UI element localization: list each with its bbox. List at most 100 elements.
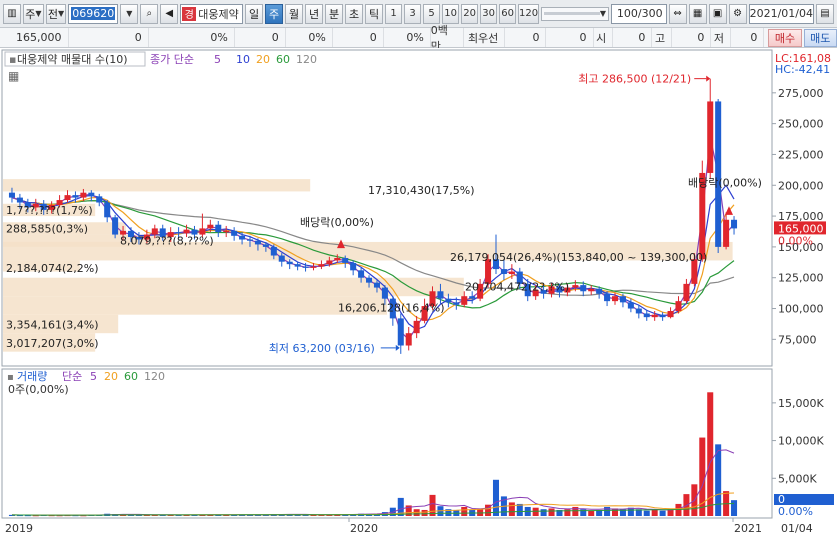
candle-body[interactable] bbox=[651, 314, 658, 318]
grid-toggle-icon[interactable]: ▦ bbox=[8, 69, 19, 83]
candle-body[interactable] bbox=[397, 318, 404, 346]
candle-body[interactable] bbox=[64, 195, 71, 201]
volume-bar[interactable] bbox=[532, 507, 539, 516]
candle-body[interactable] bbox=[405, 333, 412, 346]
candle-body[interactable] bbox=[342, 257, 349, 263]
candle-body[interactable] bbox=[469, 296, 476, 299]
period-day-button[interactable]: 일 bbox=[245, 3, 264, 24]
speaker-icon[interactable]: ◀ bbox=[160, 3, 179, 24]
candle-body[interactable] bbox=[358, 270, 365, 278]
candle-body[interactable] bbox=[731, 219, 738, 229]
type-select[interactable]: 주 ▼ bbox=[23, 3, 44, 24]
volume-legend-icon[interactable]: ▪ bbox=[7, 372, 14, 383]
stock-chart[interactable]: 275,000250,000225,000200,000175,000150,0… bbox=[0, 48, 837, 537]
candle-body[interactable] bbox=[231, 230, 238, 236]
candle-body[interactable] bbox=[302, 266, 309, 268]
candle-body[interactable] bbox=[500, 269, 507, 275]
candle-body[interactable] bbox=[318, 264, 325, 267]
candle-body[interactable] bbox=[572, 285, 579, 288]
sell-button[interactable]: 매도 bbox=[803, 28, 837, 47]
interval-button-60[interactable]: 60 bbox=[499, 3, 517, 24]
candle-body[interactable] bbox=[254, 240, 261, 245]
candle-body[interactable] bbox=[350, 262, 357, 271]
candle-body[interactable] bbox=[604, 293, 611, 302]
candle-body[interactable] bbox=[183, 229, 190, 234]
interval-button-10[interactable]: 10 bbox=[442, 3, 460, 24]
candle-body[interactable] bbox=[326, 260, 333, 265]
candle-body[interactable] bbox=[96, 196, 103, 203]
candle-body[interactable] bbox=[246, 239, 254, 241]
interval-button-1[interactable]: 1 bbox=[385, 3, 403, 24]
chart-type-icon[interactable]: ▥ bbox=[3, 3, 21, 24]
candle-body[interactable] bbox=[8, 192, 15, 198]
period-month-button[interactable]: 월 bbox=[285, 3, 304, 24]
candle-body[interactable] bbox=[619, 296, 626, 303]
candle-body[interactable] bbox=[723, 219, 730, 247]
bar-count-input[interactable]: 100/300 bbox=[611, 3, 667, 24]
period-year-button[interactable]: 년 bbox=[305, 3, 324, 24]
candle-body[interactable] bbox=[588, 288, 595, 292]
candle-body[interactable] bbox=[151, 228, 158, 235]
candle-body[interactable] bbox=[334, 257, 341, 261]
candle-body[interactable] bbox=[175, 232, 182, 234]
candle-body[interactable] bbox=[270, 246, 277, 256]
volume-bar[interactable] bbox=[508, 502, 515, 516]
interval-button-3[interactable]: 3 bbox=[404, 3, 422, 24]
candle-body[interactable] bbox=[207, 224, 214, 229]
candle-body[interactable] bbox=[508, 271, 515, 275]
candle-body[interactable] bbox=[16, 197, 23, 203]
volume-bar[interactable] bbox=[548, 508, 555, 516]
stock-name-box[interactable]: 경 대웅제약 bbox=[180, 3, 244, 24]
candle-body[interactable] bbox=[659, 314, 666, 318]
candle-body[interactable] bbox=[310, 266, 317, 268]
candle-body[interactable] bbox=[72, 195, 79, 198]
volume-bar[interactable] bbox=[564, 509, 571, 516]
volume-bar[interactable] bbox=[461, 506, 468, 516]
candle-body[interactable] bbox=[667, 310, 674, 318]
period-minute-button[interactable]: 분 bbox=[325, 3, 344, 24]
volume-bar[interactable] bbox=[492, 479, 500, 516]
candle-body[interactable] bbox=[199, 228, 206, 235]
candle-body[interactable] bbox=[88, 192, 95, 197]
prev-select[interactable]: 전 ▼ bbox=[45, 3, 67, 24]
candle-body[interactable] bbox=[413, 320, 420, 334]
period-second-button[interactable]: 초 bbox=[345, 3, 364, 24]
candle-body[interactable] bbox=[381, 287, 388, 299]
candle-body[interactable] bbox=[366, 277, 373, 283]
volume-bar[interactable] bbox=[540, 509, 547, 516]
period-tick-button[interactable]: 틱 bbox=[365, 3, 384, 24]
save-icon[interactable]: ▣ bbox=[708, 3, 727, 24]
candle-body[interactable] bbox=[611, 296, 619, 302]
period-week-button[interactable]: 주 bbox=[265, 3, 284, 24]
candle-body[interactable] bbox=[104, 202, 111, 218]
gear-icon[interactable]: ⚙ bbox=[728, 3, 747, 24]
grid-icon[interactable]: ▦ bbox=[688, 3, 707, 24]
candle-body[interactable] bbox=[580, 285, 587, 292]
candle-body[interactable] bbox=[627, 302, 634, 309]
candle-body[interactable] bbox=[215, 224, 222, 233]
candle-body[interactable] bbox=[596, 288, 603, 294]
candle-body[interactable] bbox=[445, 298, 452, 303]
volume-bar[interactable] bbox=[651, 509, 658, 516]
volume-bar[interactable] bbox=[731, 500, 738, 516]
candle-body[interactable] bbox=[223, 230, 230, 233]
volume-bar[interactable] bbox=[421, 509, 428, 516]
candle-body[interactable] bbox=[715, 101, 722, 247]
candle-body[interactable] bbox=[112, 217, 119, 235]
volume-bar[interactable] bbox=[516, 503, 523, 516]
candle-body[interactable] bbox=[683, 283, 690, 302]
chart-area[interactable]: 275,000 250,000 225,000 200,000 175,000 150,0… bbox=[0, 48, 837, 537]
volume-bar[interactable] bbox=[715, 444, 722, 516]
code-dropdown-button[interactable]: ▼ bbox=[120, 3, 139, 24]
candle-body[interactable] bbox=[373, 282, 380, 288]
candle-body[interactable] bbox=[635, 308, 642, 314]
candle-body[interactable] bbox=[675, 301, 682, 311]
volume-bar[interactable] bbox=[643, 510, 650, 516]
volume-bar[interactable] bbox=[588, 510, 595, 516]
interval-button-20[interactable]: 20 bbox=[461, 3, 479, 24]
stock-code-input[interactable]: 069620 bbox=[68, 3, 119, 24]
date-input[interactable]: 2021/01/04 bbox=[748, 3, 814, 24]
legend-menu-icon[interactable]: ▪ bbox=[9, 53, 16, 66]
interval-button-120[interactable]: 120 bbox=[518, 3, 539, 24]
candle-body[interactable] bbox=[80, 192, 87, 198]
